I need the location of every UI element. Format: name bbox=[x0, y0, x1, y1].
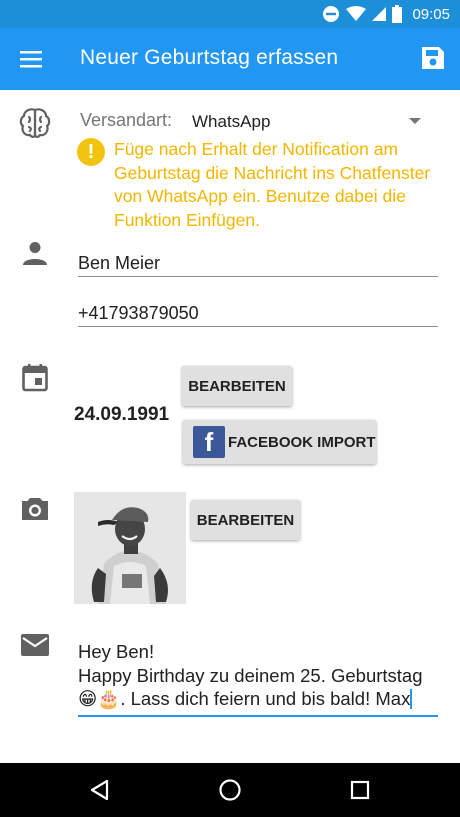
status-bar: 09:05 bbox=[0, 0, 460, 28]
do-not-disturb-icon bbox=[323, 6, 340, 22]
versandart-label: Versandart: bbox=[80, 110, 173, 130]
wifi-icon bbox=[346, 6, 367, 21]
message-text: Hey Ben! Happy Birthday zu deinem 25. Ge… bbox=[78, 641, 423, 709]
page-title: Neuer Geburtstag erfassen bbox=[80, 46, 339, 69]
status-time: 09:05 bbox=[412, 5, 450, 23]
facebook-icon: f bbox=[193, 426, 225, 458]
save-icon[interactable] bbox=[420, 44, 446, 72]
warning-icon: ! bbox=[77, 138, 105, 166]
chevron-down-icon[interactable] bbox=[409, 118, 421, 124]
camera-icon bbox=[22, 498, 48, 520]
calendar-icon bbox=[22, 364, 48, 392]
facebook-import-label: FACEBOOK IMPORT bbox=[228, 433, 376, 451]
recents-icon[interactable] bbox=[348, 778, 372, 802]
mail-icon bbox=[21, 634, 49, 656]
person-photo-image bbox=[74, 492, 186, 604]
status-icons: 09:05 bbox=[322, 4, 450, 24]
edit-photo-button[interactable]: BEARBEITEN bbox=[191, 500, 300, 540]
navigation-bar bbox=[0, 763, 460, 817]
warning-text: Füge nach Erhalt der Notification am Geb… bbox=[114, 139, 431, 230]
signal-icon bbox=[372, 7, 387, 21]
versandart-select-value[interactable]: WhatsApp bbox=[192, 112, 270, 132]
text-cursor bbox=[410, 689, 413, 709]
phone-field[interactable]: +41793879050 bbox=[78, 303, 438, 327]
facebook-import-button[interactable]: f FACEBOOK IMPORT bbox=[183, 420, 376, 464]
menu-icon[interactable] bbox=[18, 47, 44, 71]
home-icon[interactable] bbox=[218, 778, 242, 802]
edit-birthdate-button[interactable]: BEARBEITEN bbox=[182, 366, 292, 406]
contact-photo[interactable] bbox=[74, 492, 186, 604]
message-textarea[interactable]: Hey Ben! Happy Birthday zu deinem 25. Ge… bbox=[78, 640, 438, 717]
back-icon[interactable] bbox=[88, 778, 112, 802]
app-bar: Neuer Geburtstag erfassen bbox=[0, 28, 460, 90]
name-field[interactable]: Ben Meier bbox=[78, 253, 438, 277]
brain-icon bbox=[19, 108, 51, 138]
battery-icon bbox=[392, 5, 403, 23]
birthdate-value[interactable]: 24.09.1991 bbox=[74, 404, 169, 426]
person-icon bbox=[23, 242, 47, 265]
